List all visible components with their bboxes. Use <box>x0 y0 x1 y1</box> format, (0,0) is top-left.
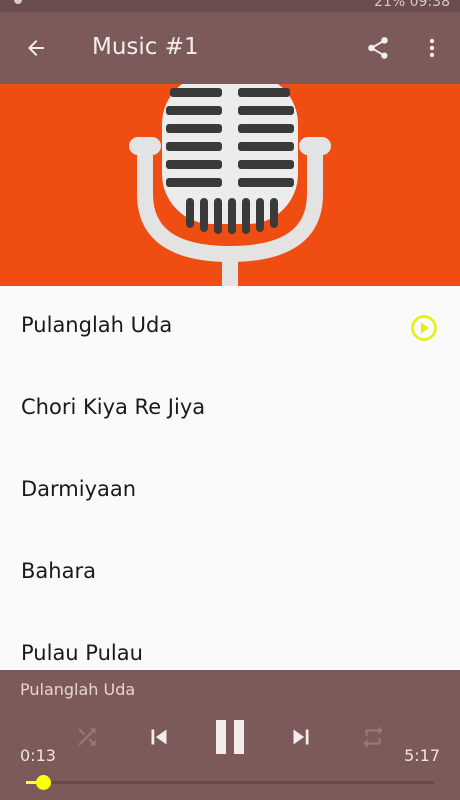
song-list: Pulanglah Uda Chori Kiya Re Jiya Darmiya… <box>0 286 460 670</box>
pause-button[interactable] <box>208 716 252 758</box>
song-title: Chori Kiya Re Jiya <box>21 395 206 419</box>
song-title: Darmiyaan <box>21 477 137 501</box>
arrow-back-icon <box>28 40 44 56</box>
song-title: Pulau Pulau <box>21 641 143 665</box>
more-options-button[interactable] <box>416 32 448 64</box>
more-vert-icon <box>429 38 435 58</box>
total-time: 5:17 <box>404 746 440 765</box>
back-button[interactable] <box>20 32 52 64</box>
page-title: Music #1 <box>92 34 199 60</box>
player-bar: Pulanglah Uda 0:13 5:17 <box>0 670 460 800</box>
next-button[interactable] <box>284 720 318 754</box>
seek-bar[interactable] <box>26 775 434 790</box>
status-bar: 21% 09:38 <box>0 0 460 12</box>
song-item[interactable]: Darmiyaan <box>0 450 460 532</box>
app-bar: Music #1 <box>0 12 460 84</box>
status-text: 21% 09:38 <box>374 0 450 10</box>
share-button[interactable] <box>362 32 394 64</box>
song-item[interactable]: Pulau Pulau <box>0 614 460 670</box>
album-banner <box>0 84 460 286</box>
repeat-icon <box>363 726 383 748</box>
microphone-icon <box>129 84 331 286</box>
repeat-button[interactable] <box>358 722 388 752</box>
song-title: Bahara <box>21 559 96 583</box>
skip-next-icon <box>293 729 309 745</box>
play-circle-icon[interactable] <box>410 314 438 342</box>
song-item[interactable]: Pulanglah Uda <box>0 286 460 368</box>
seek-bar-thumb[interactable] <box>35 775 51 790</box>
shuffle-icon <box>78 728 96 746</box>
song-item[interactable]: Bahara <box>0 532 460 614</box>
shuffle-button[interactable] <box>72 722 102 752</box>
share-icon <box>368 37 388 59</box>
pause-icon <box>216 720 244 754</box>
notification-icon <box>14 0 22 4</box>
song-title: Pulanglah Uda <box>21 313 173 337</box>
previous-button[interactable] <box>142 720 176 754</box>
current-time: 0:13 <box>20 746 56 765</box>
skip-previous-icon <box>151 729 167 745</box>
now-playing-title: Pulanglah Uda <box>20 680 136 699</box>
song-item[interactable]: Chori Kiya Re Jiya <box>0 368 460 450</box>
